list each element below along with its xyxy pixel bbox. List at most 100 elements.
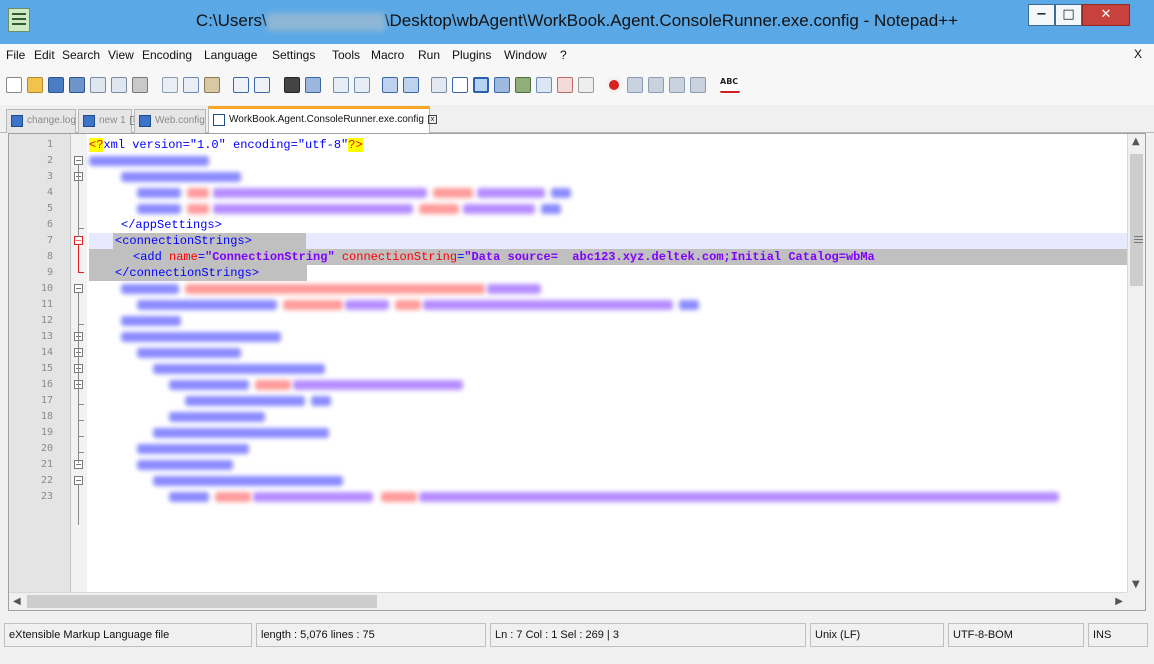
new-file-icon[interactable] [6, 77, 22, 93]
fold-toggle-icon[interactable]: − [74, 284, 83, 293]
tab-label: WorkBook.Agent.ConsoleRunner.exe.config [229, 114, 424, 125]
window-title: C:\Users\ \Desktop\wbAgent\WorkBook.Agent… [0, 11, 1154, 31]
replace-icon[interactable] [305, 77, 321, 93]
title-path-suffix: \Desktop\wbAgent\WorkBook.Agent.ConsoleR… [384, 11, 959, 30]
minimize-button[interactable]: − [1028, 4, 1055, 26]
print-icon[interactable] [132, 77, 148, 93]
tab-workbook-config[interactable]: WorkBook.Agent.ConsoleRunner.exe.config x [208, 106, 437, 134]
line-number: 18 [40, 411, 53, 422]
code-line-current: 7 − <connectionStrings> [9, 233, 1127, 249]
menu-language[interactable]: Language [204, 48, 257, 62]
blurred-code [137, 297, 699, 313]
menu-window[interactable]: Window [504, 48, 547, 62]
close-icon[interactable] [90, 77, 106, 93]
save-macro-icon[interactable] [690, 77, 706, 93]
blurred-code [121, 329, 281, 345]
play-macro-icon[interactable] [648, 77, 664, 93]
zoom-in-icon[interactable] [333, 77, 349, 93]
document-icon [83, 115, 95, 127]
vertical-scroll-thumb[interactable] [1130, 154, 1143, 286]
fold-line [78, 165, 79, 237]
monitoring-icon[interactable] [578, 77, 594, 93]
status-insert-mode[interactable]: INS [1088, 623, 1148, 647]
menu-settings[interactable]: Settings [272, 48, 315, 62]
tab-new-1[interactable]: new 1x [78, 109, 139, 133]
close-all-icon[interactable] [111, 77, 127, 93]
fold-line [78, 420, 84, 421]
tab-change-log[interactable]: change.logx [6, 109, 89, 133]
menu-tools[interactable]: Tools [332, 48, 360, 62]
menu-help[interactable]: ? [560, 48, 567, 62]
line-number: 15 [40, 363, 53, 374]
fold-line [78, 436, 84, 437]
status-length-lines: length : 5,076 lines : 75 [256, 623, 486, 647]
tab-web-config[interactable]: Web.configx [134, 109, 218, 133]
scrollbar-corner [1127, 592, 1145, 610]
status-eol-format[interactable]: Unix (LF) [810, 623, 944, 647]
title-bar[interactable]: C:\Users\ \Desktop\wbAgent\WorkBook.Agent… [0, 0, 1154, 44]
line-text: <add name="ConnectionString" connectionS… [133, 250, 875, 264]
code-line: 17 [9, 393, 1127, 409]
line-number: 19 [40, 427, 53, 438]
vertical-scrollbar[interactable]: ▲ ▼ [1127, 134, 1145, 592]
save-all-icon[interactable] [69, 77, 85, 93]
status-encoding[interactable]: UTF-8-BOM [948, 623, 1084, 647]
line-number: 23 [40, 491, 53, 502]
scroll-right-icon[interactable]: ▶ [1115, 596, 1123, 607]
scroll-left-icon[interactable]: ◀ [13, 596, 21, 607]
blurred-code [185, 393, 331, 409]
undo-icon[interactable] [233, 77, 249, 93]
word-wrap-icon[interactable] [431, 77, 447, 93]
stop-macro-icon[interactable] [627, 77, 643, 93]
maximize-button[interactable]: □ [1055, 4, 1082, 26]
open-file-icon[interactable] [27, 77, 43, 93]
line-number: 20 [40, 443, 53, 454]
menu-macro[interactable]: Macro [371, 48, 404, 62]
scroll-up-icon[interactable]: ▲ [1132, 136, 1140, 147]
fold-toggle-icon[interactable]: − [74, 476, 83, 485]
line-number: 10 [40, 283, 53, 294]
code-line: 5 [9, 201, 1127, 217]
code-editor[interactable]: 1 <?xml version="1.0" encoding="utf-8"?>… [8, 133, 1146, 611]
sync-horizontal-icon[interactable] [403, 77, 419, 93]
menu-encoding[interactable]: Encoding [142, 48, 192, 62]
folder-workspace-icon[interactable] [557, 77, 573, 93]
menu-file[interactable]: File [6, 48, 25, 62]
fold-line [78, 293, 79, 463]
code-line: 1 <?xml version="1.0" encoding="utf-8"?> [9, 137, 1127, 153]
spell-check-icon[interactable]: ABC [720, 77, 740, 93]
record-macro-icon[interactable] [606, 77, 622, 93]
blurred-code [121, 281, 541, 297]
line-text: </connectionStrings> [115, 266, 260, 280]
close-document-button[interactable]: X [1134, 47, 1142, 61]
horizontal-scroll-thumb[interactable] [27, 595, 377, 608]
copy-icon[interactable] [183, 77, 199, 93]
user-language-icon[interactable] [494, 77, 510, 93]
menu-edit[interactable]: Edit [34, 48, 55, 62]
show-all-chars-icon[interactable] [452, 77, 468, 93]
sync-vertical-icon[interactable] [382, 77, 398, 93]
fold-toggle-icon[interactable]: − [74, 156, 83, 165]
menu-search[interactable]: Search [62, 48, 100, 62]
document-icon [139, 115, 151, 127]
tab-close-icon[interactable]: x [427, 114, 437, 124]
doc-map-icon[interactable] [515, 77, 531, 93]
menu-view[interactable]: View [108, 48, 134, 62]
horizontal-scrollbar[interactable]: ◀ ▶ [9, 592, 1127, 610]
close-window-button[interactable]: ✕ [1082, 4, 1130, 26]
indent-guide-icon[interactable] [473, 77, 489, 93]
scroll-down-icon[interactable]: ▼ [1132, 579, 1140, 590]
run-macro-multiple-icon[interactable] [669, 77, 685, 93]
menu-run[interactable]: Run [418, 48, 440, 62]
zoom-out-icon[interactable] [354, 77, 370, 93]
blurred-code [153, 361, 325, 377]
function-list-icon[interactable] [536, 77, 552, 93]
line-number: 6 [46, 219, 53, 230]
cut-icon[interactable] [162, 77, 178, 93]
find-icon[interactable] [284, 77, 300, 93]
redo-icon[interactable] [254, 77, 270, 93]
menu-plugins[interactable]: Plugins [452, 48, 491, 62]
paste-icon[interactable] [204, 77, 220, 93]
save-icon[interactable] [48, 77, 64, 93]
fold-toggle-icon[interactable]: − [74, 236, 83, 245]
